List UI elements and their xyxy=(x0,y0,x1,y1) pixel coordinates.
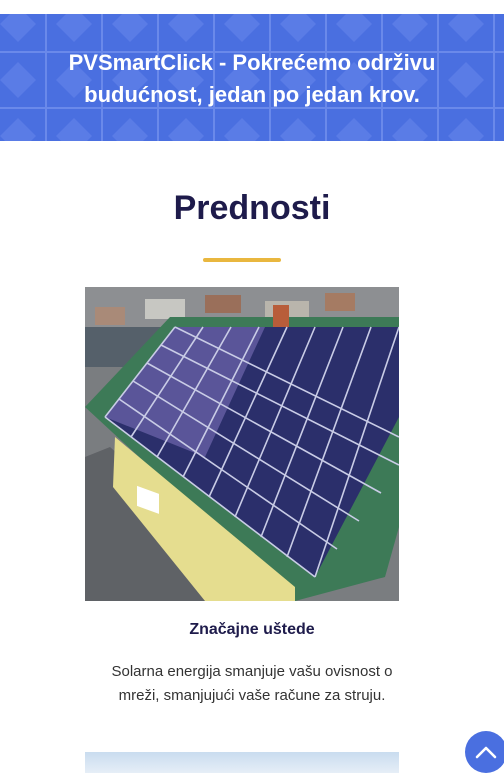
heading-underline xyxy=(203,258,281,262)
rooftop-solar-panels-image xyxy=(85,287,399,601)
chevron-up-icon xyxy=(475,746,497,759)
hero-banner: PVSmartClick - Pokrećemo održivu budućno… xyxy=(0,14,504,141)
card-title: Značajne uštede xyxy=(189,621,315,638)
top-strip xyxy=(0,0,504,14)
card-text: Solarna energija smanjuje vašu ovisnost … xyxy=(111,663,393,704)
next-card-image xyxy=(85,752,399,773)
hero-title: PVSmartClick - Pokrećemo održivu budućno… xyxy=(68,50,436,107)
section-heading: Prednosti xyxy=(173,189,331,227)
scroll-to-top-button[interactable] xyxy=(465,731,504,773)
